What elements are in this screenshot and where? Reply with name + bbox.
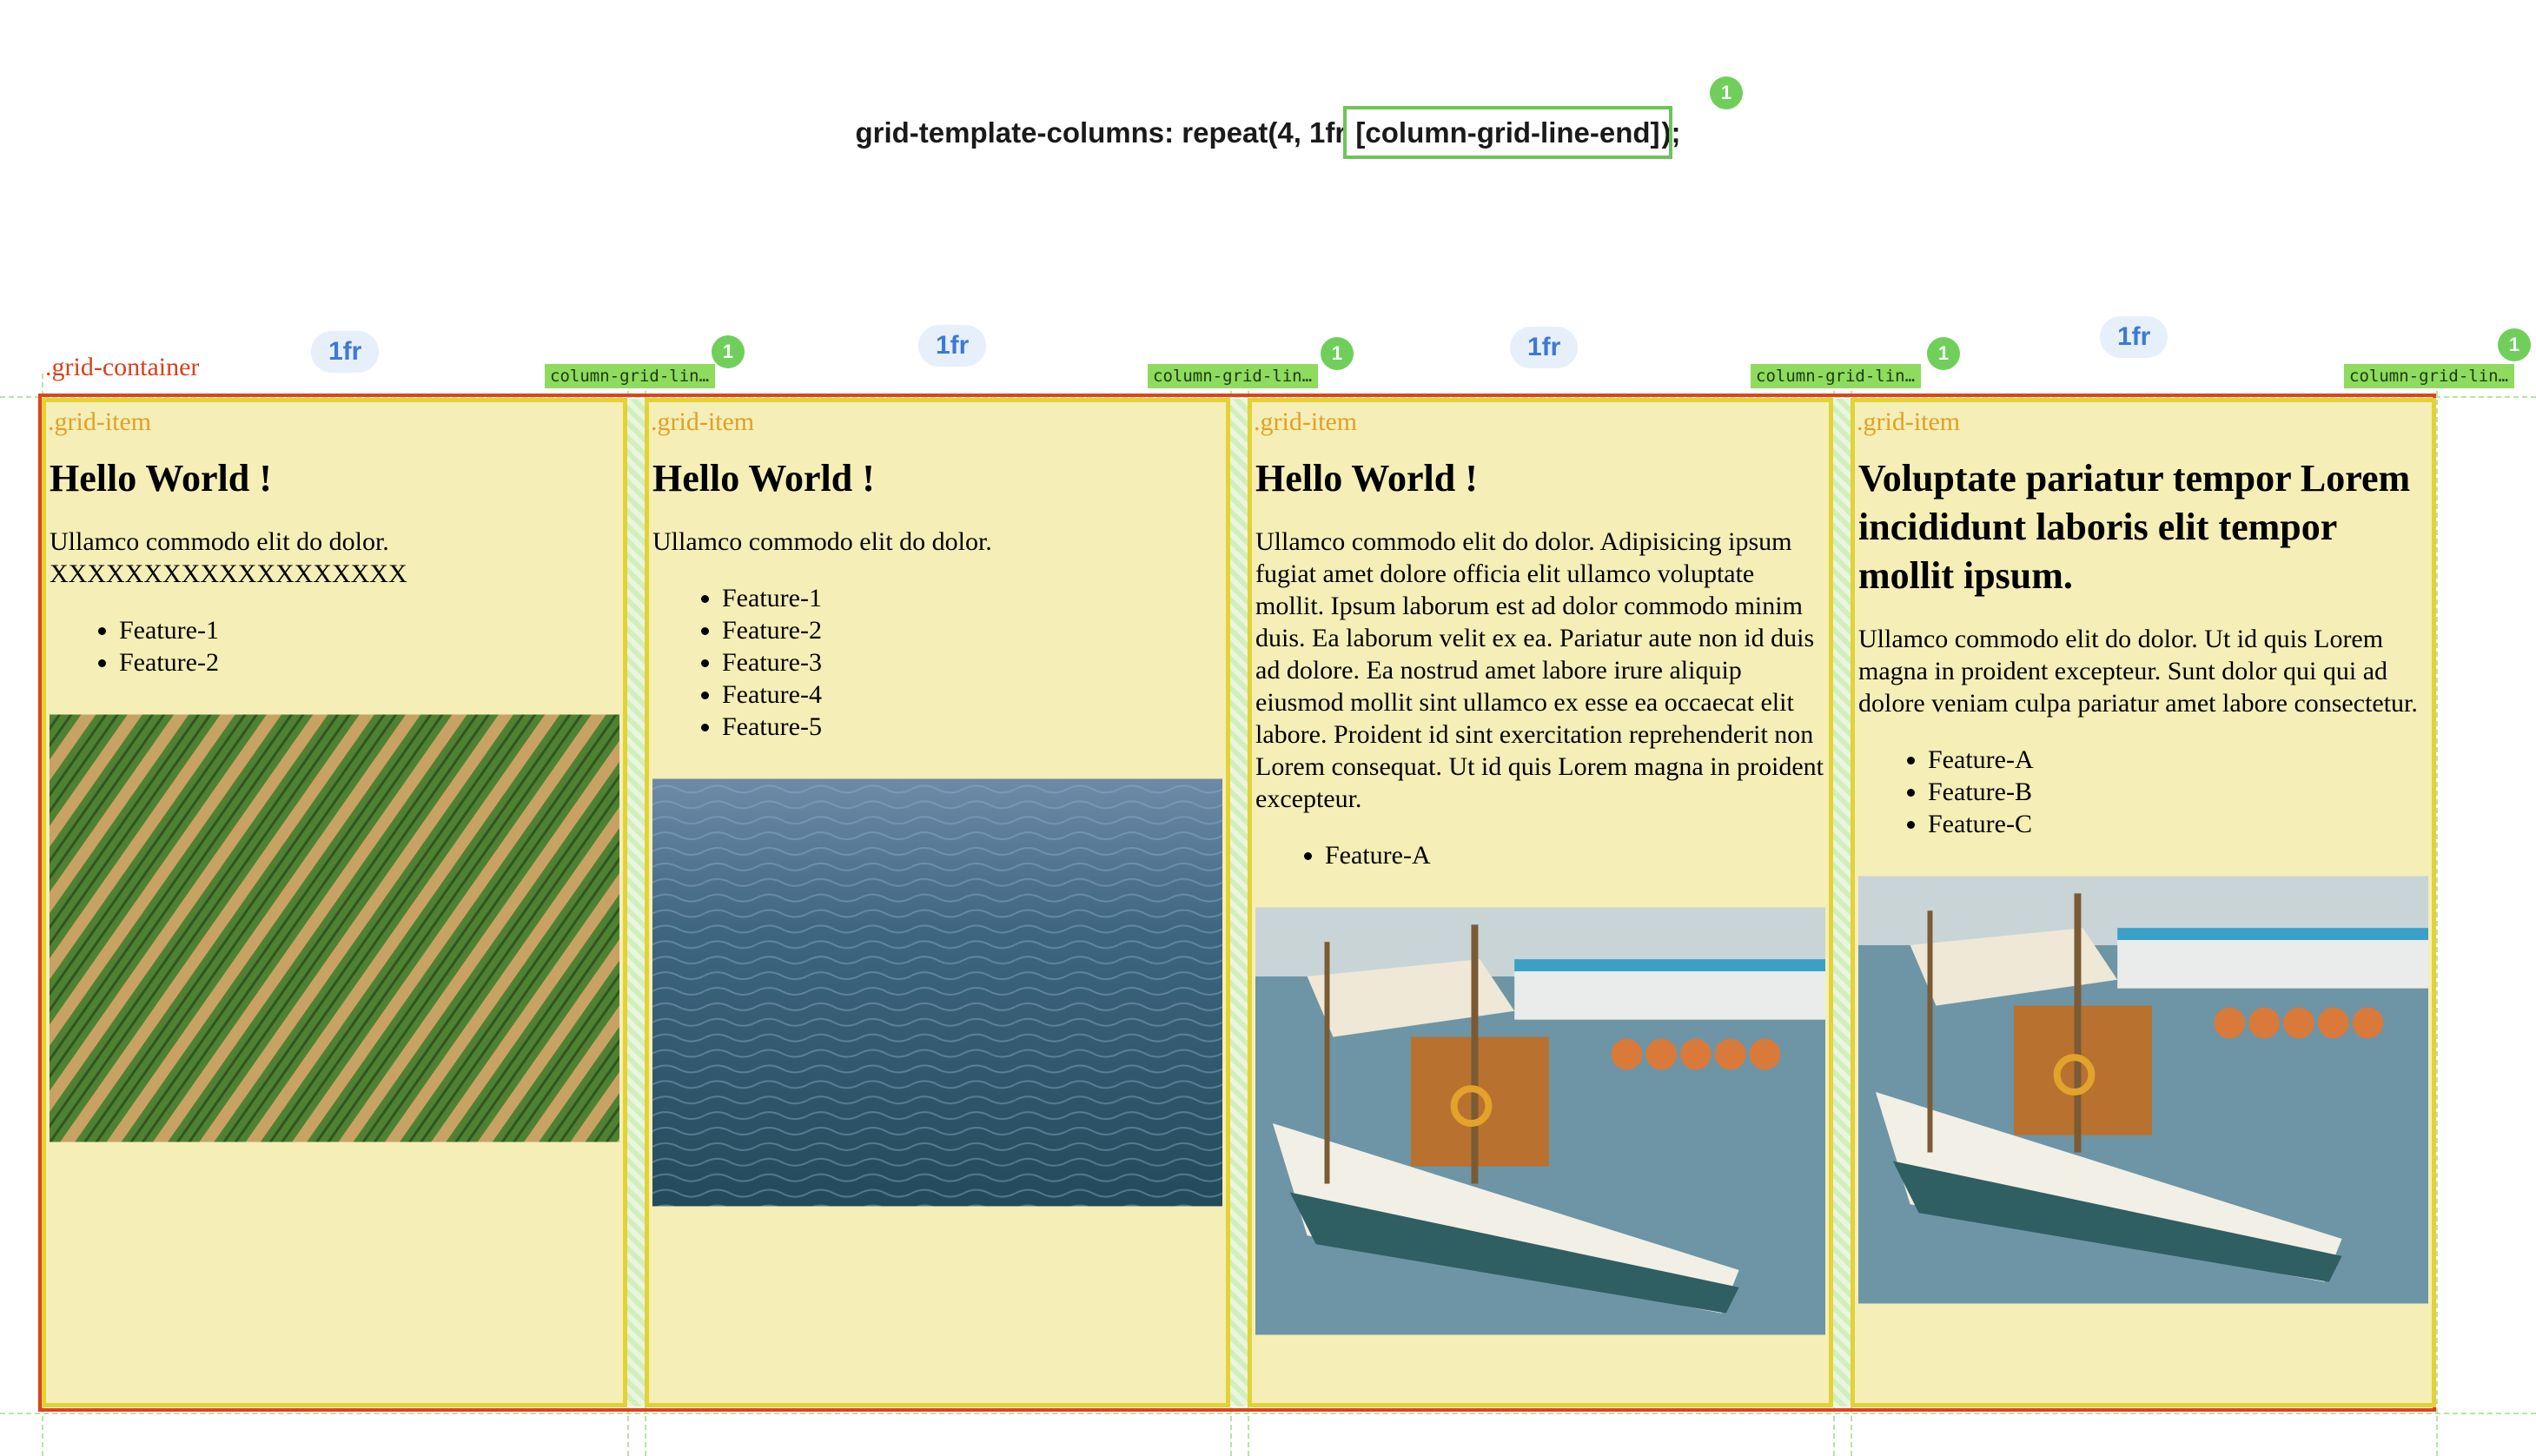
- track-size-pill-2: 1fr: [918, 325, 987, 367]
- line-tag-1: column-grid-lin…: [545, 364, 715, 388]
- feature-list: Feature-A: [1255, 839, 1825, 871]
- feature-item: Feature-A: [1928, 744, 2428, 776]
- item-text: Ullamco commodo elit do dolor. XXXXXXXXX…: [50, 527, 407, 588]
- item-text: Ullamco commodo elit do dolor. Adipisici…: [1255, 527, 1824, 813]
- feature-item: Feature-3: [722, 646, 1222, 678]
- column-gap-1: [627, 399, 645, 1406]
- track-size-pill-1: 1fr: [311, 331, 380, 373]
- feature-item: Feature-B: [1928, 776, 2428, 808]
- field-rows-photo: [50, 714, 619, 1142]
- line-badge-1: 1: [712, 335, 745, 368]
- guide-bottom: [0, 1413, 2536, 1414]
- ocean-water-photo: [652, 778, 1222, 1207]
- line-badge-2: 1: [1321, 337, 1354, 370]
- grid-item-4: .grid-item Voluptate pariatur tempor Lor…: [1851, 398, 2436, 1407]
- grid-item-label: .grid-item: [651, 407, 755, 436]
- line-tag-2: column-grid-lin…: [1148, 364, 1318, 388]
- grid-item-1: .grid-item Hello World ! Ullamco commodo…: [42, 398, 627, 1407]
- item-text: Ullamco commodo elit do dolor. Ut id qui…: [1858, 625, 2418, 718]
- code-line: grid-template-columns: repeat(4, 1fr [co…: [0, 106, 2536, 159]
- grid-item-3: .grid-item Hello World ! Ullamco commodo…: [1248, 398, 1833, 1407]
- sailboat-harbor-photo: [1858, 876, 2428, 1304]
- feature-item: Feature-2: [722, 614, 1222, 646]
- grid-container-label: .grid-container: [45, 353, 200, 381]
- grid-item-2: .grid-item Hello World ! Ullamco commodo…: [645, 398, 1230, 1407]
- item-heading: Hello World !: [1255, 457, 1478, 500]
- column-gap-2: [1230, 399, 1248, 1406]
- line-badge-4: 1: [2498, 328, 2531, 361]
- item-heading: Hello World !: [652, 457, 875, 500]
- grid-item-label: .grid-item: [1254, 407, 1358, 436]
- track-size-pill-4: 1fr: [2100, 316, 2169, 358]
- feature-item: Feature-2: [119, 646, 619, 678]
- code-highlight: [column-grid-line-end]: [1343, 106, 1672, 159]
- feature-item: Feature-C: [1928, 808, 2428, 840]
- feature-item: Feature-1: [119, 614, 619, 646]
- sailboat-harbor-photo: [1255, 907, 1825, 1335]
- guide-line-8: [2436, 374, 2438, 1456]
- feature-item: Feature-4: [722, 678, 1222, 711]
- code-suffix: );: [1661, 116, 1681, 149]
- code-prefix: grid-template-columns: repeat(4, 1fr: [855, 116, 1354, 149]
- feature-list: Feature-1 Feature-2: [50, 614, 619, 678]
- line-badge-3: 1: [1927, 337, 1960, 370]
- track-size-pill-3: 1fr: [1510, 327, 1579, 368]
- code-highlight-badge: 1: [1710, 76, 1743, 109]
- line-tag-3: column-grid-lin…: [1751, 364, 1921, 388]
- feature-item: Feature-1: [722, 582, 1222, 614]
- grid-item-label: .grid-item: [1857, 407, 1961, 436]
- item-heading: Voluptate pariatur tempor Lorem incididu…: [1858, 457, 2411, 597]
- feature-list: Feature-1 Feature-2 Feature-3 Feature-4 …: [652, 582, 1222, 743]
- grid-item-label: .grid-item: [48, 407, 152, 436]
- line-tag-4: column-grid-lin…: [2344, 364, 2514, 388]
- feature-item: Feature-5: [722, 711, 1222, 743]
- item-text: Ullamco commodo elit do dolor.: [652, 527, 992, 556]
- item-heading: Hello World !: [50, 457, 272, 500]
- feature-item: Feature-A: [1325, 839, 1825, 871]
- feature-list: Feature-A Feature-B Feature-C: [1858, 744, 2428, 840]
- column-gap-3: [1833, 399, 1851, 1406]
